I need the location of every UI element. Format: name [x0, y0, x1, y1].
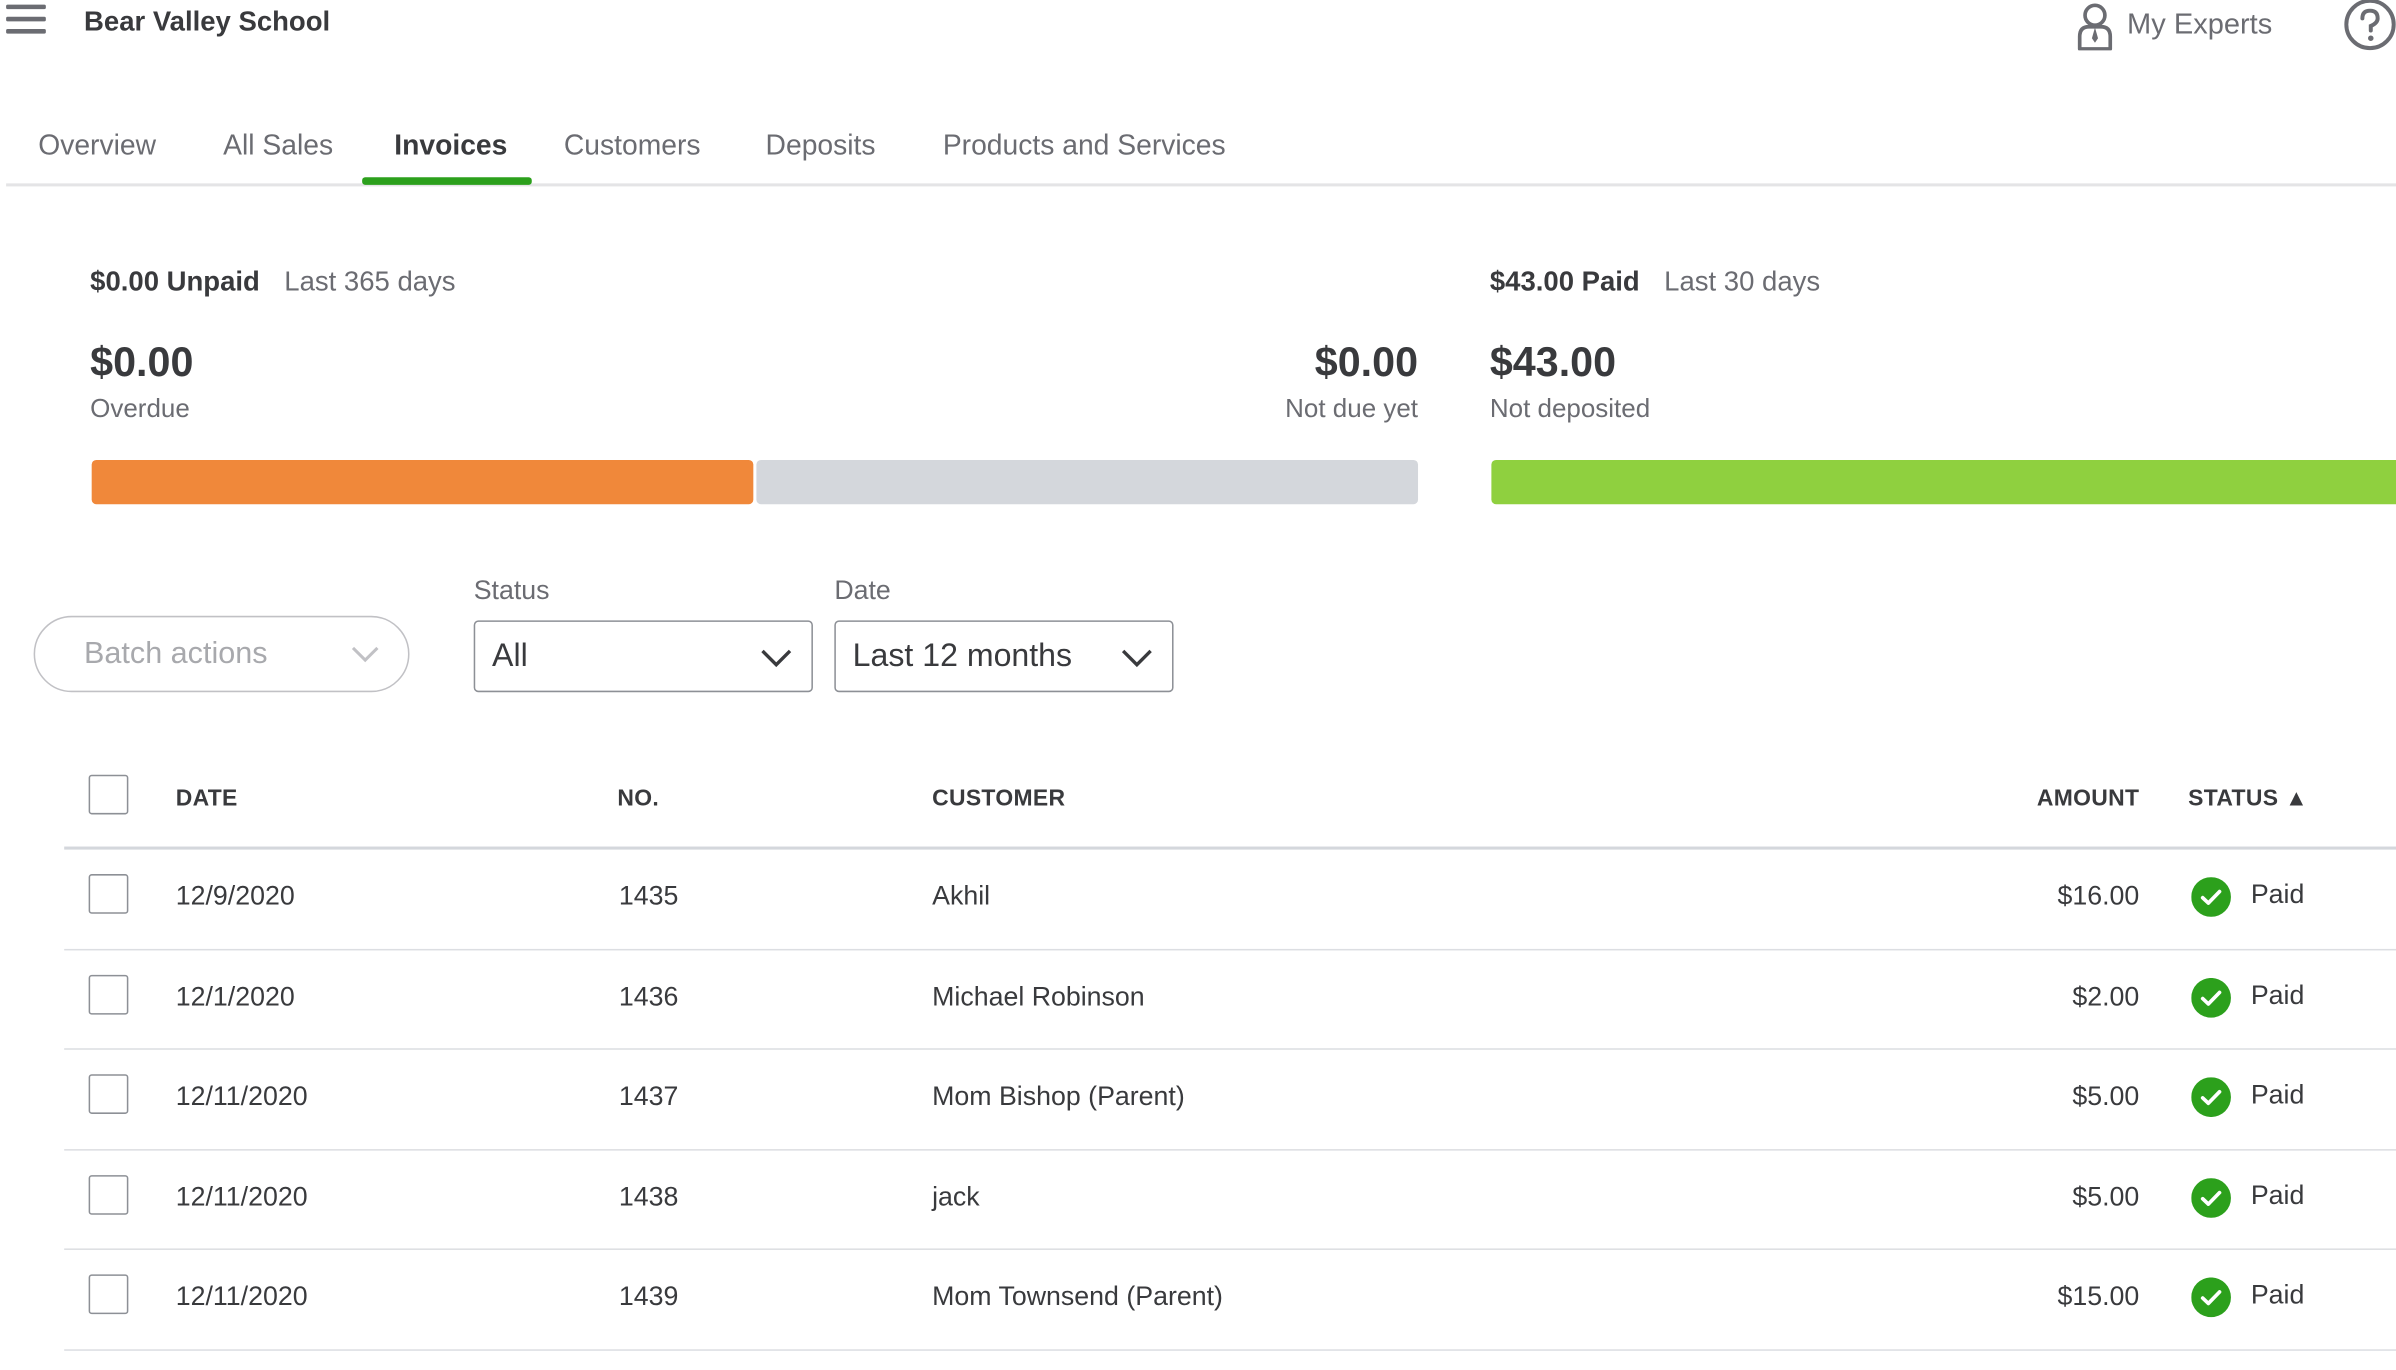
row-date: 12/1/2020: [175, 980, 295, 1011]
check-circle-icon: [2191, 1277, 2231, 1318]
table-row[interactable]: 12/11/2020 1438 jack $5.00 Paid: [64, 1150, 2396, 1250]
row-number: 1436: [618, 980, 679, 1011]
row-customer: jack: [932, 1180, 980, 1211]
status-filter-select[interactable]: All: [473, 620, 813, 693]
check-circle-icon: [2191, 1077, 2231, 1118]
help-icon[interactable]: [2343, 0, 2396, 52]
column-header-customer[interactable]: CUSTOMER: [932, 785, 1065, 811]
row-number: 1435: [618, 880, 679, 911]
person-icon: [2077, 3, 2113, 51]
row-number: 1439: [618, 1280, 679, 1312]
tab-products-and-services[interactable]: Products and Services: [943, 122, 1226, 186]
row-status: Paid: [2250, 1178, 2305, 1210]
row-number: 1438: [618, 1180, 679, 1211]
chevron-down-icon: [761, 649, 792, 668]
row-status: Paid: [2250, 1278, 2305, 1310]
row-date: 12/11/2020: [175, 1280, 308, 1312]
row-checkbox[interactable]: [88, 1274, 129, 1315]
column-header-amount[interactable]: AMOUNT: [1925, 785, 2139, 811]
row-customer: Akhil: [932, 880, 991, 911]
row-number: 1437: [618, 1080, 679, 1111]
unpaid-range: Last 365 days: [284, 265, 456, 297]
unpaid-total: $0.00 Unpaid: [90, 265, 260, 297]
date-filter-label: Date: [834, 574, 891, 606]
row-date: 12/11/2020: [175, 1080, 308, 1111]
row-status: Paid: [2250, 1078, 2305, 1110]
column-header-no[interactable]: NO.: [617, 785, 659, 811]
tab-deposits[interactable]: Deposits: [766, 122, 876, 186]
not-due-label: Not due yet: [1285, 394, 1419, 424]
overdue-amount[interactable]: $0.00: [90, 339, 193, 386]
chevron-down-icon: [351, 646, 379, 663]
tab-customers[interactable]: Customers: [564, 122, 701, 186]
company-name: Bear Valley School: [84, 6, 331, 37]
date-filter-select[interactable]: Last 12 months: [834, 620, 1174, 693]
select-all-checkbox[interactable]: [88, 774, 129, 815]
batch-actions-label: Batch actions: [84, 636, 268, 671]
row-customer: Michael Robinson: [932, 980, 1145, 1011]
not-deposited-amount[interactable]: $43.00: [1490, 339, 1616, 386]
row-amount: $15.00: [2057, 1280, 2140, 1312]
row-date: 12/9/2020: [175, 880, 295, 911]
column-header-date[interactable]: DATE: [176, 785, 238, 811]
not-due-bar[interactable]: [756, 459, 1419, 505]
not-deposited-bar[interactable]: [1491, 459, 2396, 505]
chevron-down-icon: [1121, 649, 1152, 668]
check-circle-icon: [2191, 877, 2231, 917]
batch-actions-dropdown[interactable]: Batch actions: [33, 615, 410, 693]
active-tab-indicator: [362, 177, 532, 185]
row-checkbox[interactable]: [88, 1074, 129, 1114]
check-circle-icon: [2191, 1177, 2231, 1218]
row-date: 12/11/2020: [175, 1180, 308, 1211]
overdue-label: Overdue: [90, 394, 190, 424]
not-deposited-label: Not deposited: [1489, 394, 1651, 424]
paid-summary-heading: $43.00 Paid Last 30 days: [1490, 266, 1820, 298]
table-row[interactable]: 12/11/2020 1437 Mom Bishop (Parent) $5.0…: [64, 1050, 2396, 1150]
unpaid-summary-heading: $0.00 Unpaid Last 365 days: [90, 266, 455, 298]
row-checkbox[interactable]: [88, 974, 129, 1014]
table-header: DATE NO. CUSTOMER AMOUNT STATUS ▲: [64, 764, 2396, 850]
overdue-bar[interactable]: [91, 459, 754, 505]
menu-icon[interactable]: [6, 4, 46, 39]
row-amount: $5.00: [2072, 1180, 2140, 1211]
check-circle-icon: [2191, 977, 2231, 1017]
status-filter-value: All: [492, 637, 528, 674]
column-header-status[interactable]: STATUS ▲: [2188, 785, 2308, 811]
table-row[interactable]: 12/11/2020 1439 Mom Townsend (Parent) $1…: [64, 1250, 2396, 1351]
row-checkbox[interactable]: [88, 874, 129, 914]
paid-total: $43.00 Paid: [1489, 265, 1640, 297]
row-amount: $2.00: [2072, 980, 2140, 1011]
row-amount: $5.00: [2072, 1080, 2140, 1111]
row-customer: Mom Bishop (Parent): [932, 1080, 1185, 1111]
row-status: Paid: [2250, 978, 2305, 1010]
my-experts-button[interactable]: My Experts: [2075, 0, 2272, 52]
tab-bar: Overview All Sales Invoices Customers De…: [6, 122, 2396, 187]
table-row[interactable]: 12/1/2020 1436 Michael Robinson $2.00 Pa…: [64, 950, 2396, 1050]
table-row[interactable]: 12/9/2020 1435 Akhil $16.00 Paid: [64, 850, 2396, 950]
my-experts-label: My Experts: [2127, 9, 2273, 42]
row-status: Paid: [2250, 878, 2305, 910]
not-due-amount[interactable]: $0.00: [1315, 339, 1418, 386]
row-amount: $16.00: [2057, 880, 2140, 911]
tab-overview[interactable]: Overview: [38, 122, 156, 186]
status-filter-label: Status: [473, 574, 550, 606]
row-customer: Mom Townsend (Parent): [932, 1280, 1223, 1312]
paid-range: Last 30 days: [1664, 265, 1821, 297]
date-filter-value: Last 12 months: [852, 637, 1073, 674]
row-checkbox[interactable]: [88, 1174, 129, 1215]
tab-all-sales[interactable]: All Sales: [223, 122, 333, 186]
